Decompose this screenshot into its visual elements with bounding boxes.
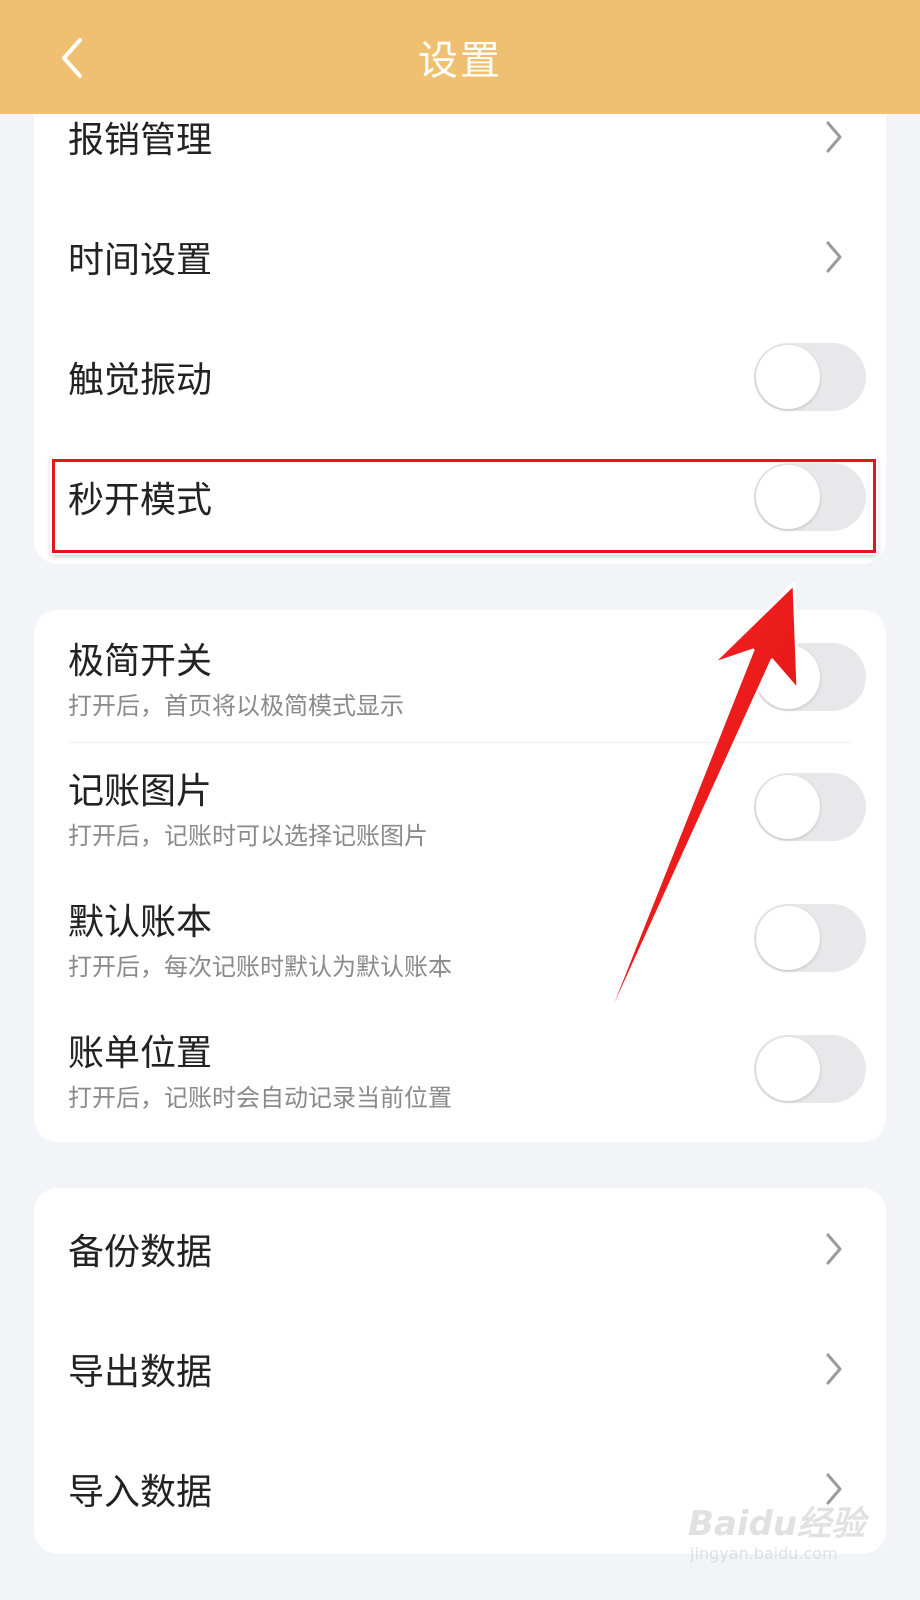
settings-item-label: 导出数据 — [68, 1352, 213, 1393]
toggle-knob — [756, 1037, 820, 1101]
settings-item-label: 触觉振动 — [68, 360, 213, 401]
settings-item-description: 打开后，记账时可以选择记账图片 — [68, 822, 428, 850]
minimal-toggle[interactable] — [754, 643, 866, 711]
chevron-right-icon — [826, 1473, 842, 1505]
chevron-right-icon — [826, 121, 842, 153]
toggle-knob — [756, 775, 820, 839]
chevron-right-icon — [826, 1353, 842, 1385]
settings-item-label: 账单位置 — [68, 1033, 213, 1074]
chevron-right-icon — [826, 1233, 842, 1265]
settings-item-backup[interactable]: 备份数据 — [34, 1188, 886, 1310]
settings-item-label: 导入数据 — [68, 1472, 213, 1513]
chevron-right-icon — [826, 241, 842, 273]
page-title: 设置 — [418, 38, 502, 84]
settings-item-bill-location: 账单位置 打开后，记账时会自动记录当前位置 — [34, 1002, 886, 1136]
settings-item-label: 报销管理 — [68, 120, 213, 161]
settings-item-export[interactable]: 导出数据 — [34, 1308, 886, 1430]
settings-item-minimal: 极简开关 打开后，首页将以极简模式显示 — [34, 610, 886, 744]
quick-open-toggle[interactable] — [754, 463, 866, 531]
settings-item-default-book: 默认账本 打开后，每次记账时默认为默认账本 — [34, 871, 886, 1005]
settings-item-label: 极简开关 — [68, 641, 213, 682]
record-image-toggle[interactable] — [754, 773, 866, 841]
toggle-knob — [756, 906, 820, 970]
settings-item-description: 打开后，首页将以极简模式显示 — [68, 692, 404, 720]
default-book-toggle[interactable] — [754, 904, 866, 972]
settings-item-record-image: 记账图片 打开后，记账时可以选择记账图片 — [34, 740, 886, 874]
settings-item-import[interactable]: 导入数据 — [34, 1428, 886, 1550]
settings-group-data: 备份数据 导出数据 导入数据 — [34, 1188, 886, 1554]
settings-item-label: 时间设置 — [68, 240, 213, 281]
settings-item-time[interactable]: 时间设置 — [34, 196, 886, 318]
settings-item-label: 备份数据 — [68, 1232, 213, 1273]
back-button[interactable] — [44, 30, 100, 86]
bill-location-toggle[interactable] — [754, 1035, 866, 1103]
settings-item-label: 秒开模式 — [68, 480, 213, 521]
top-app-bar: 设置 — [0, 0, 920, 114]
toggle-knob — [756, 645, 820, 709]
settings-group-features: 极简开关 打开后，首页将以极简模式显示 记账图片 打开后，记账时可以选择记账图片… — [34, 610, 886, 1142]
toggle-knob — [756, 345, 820, 409]
settings-item-label: 默认账本 — [68, 902, 213, 943]
settings-group-general: 报销管理 时间设置 触觉振动 秒开模式 — [34, 76, 886, 564]
toggle-knob — [756, 465, 820, 529]
settings-item-description: 打开后，每次记账时默认为默认账本 — [68, 953, 452, 981]
settings-item-description: 打开后，记账时会自动记录当前位置 — [68, 1084, 452, 1112]
haptic-toggle[interactable] — [754, 343, 866, 411]
settings-item-label: 记账图片 — [68, 771, 213, 812]
settings-item-haptic: 触觉振动 — [34, 316, 886, 438]
settings-item-quick-open: 秒开模式 — [34, 436, 886, 558]
chevron-left-icon — [62, 38, 82, 78]
